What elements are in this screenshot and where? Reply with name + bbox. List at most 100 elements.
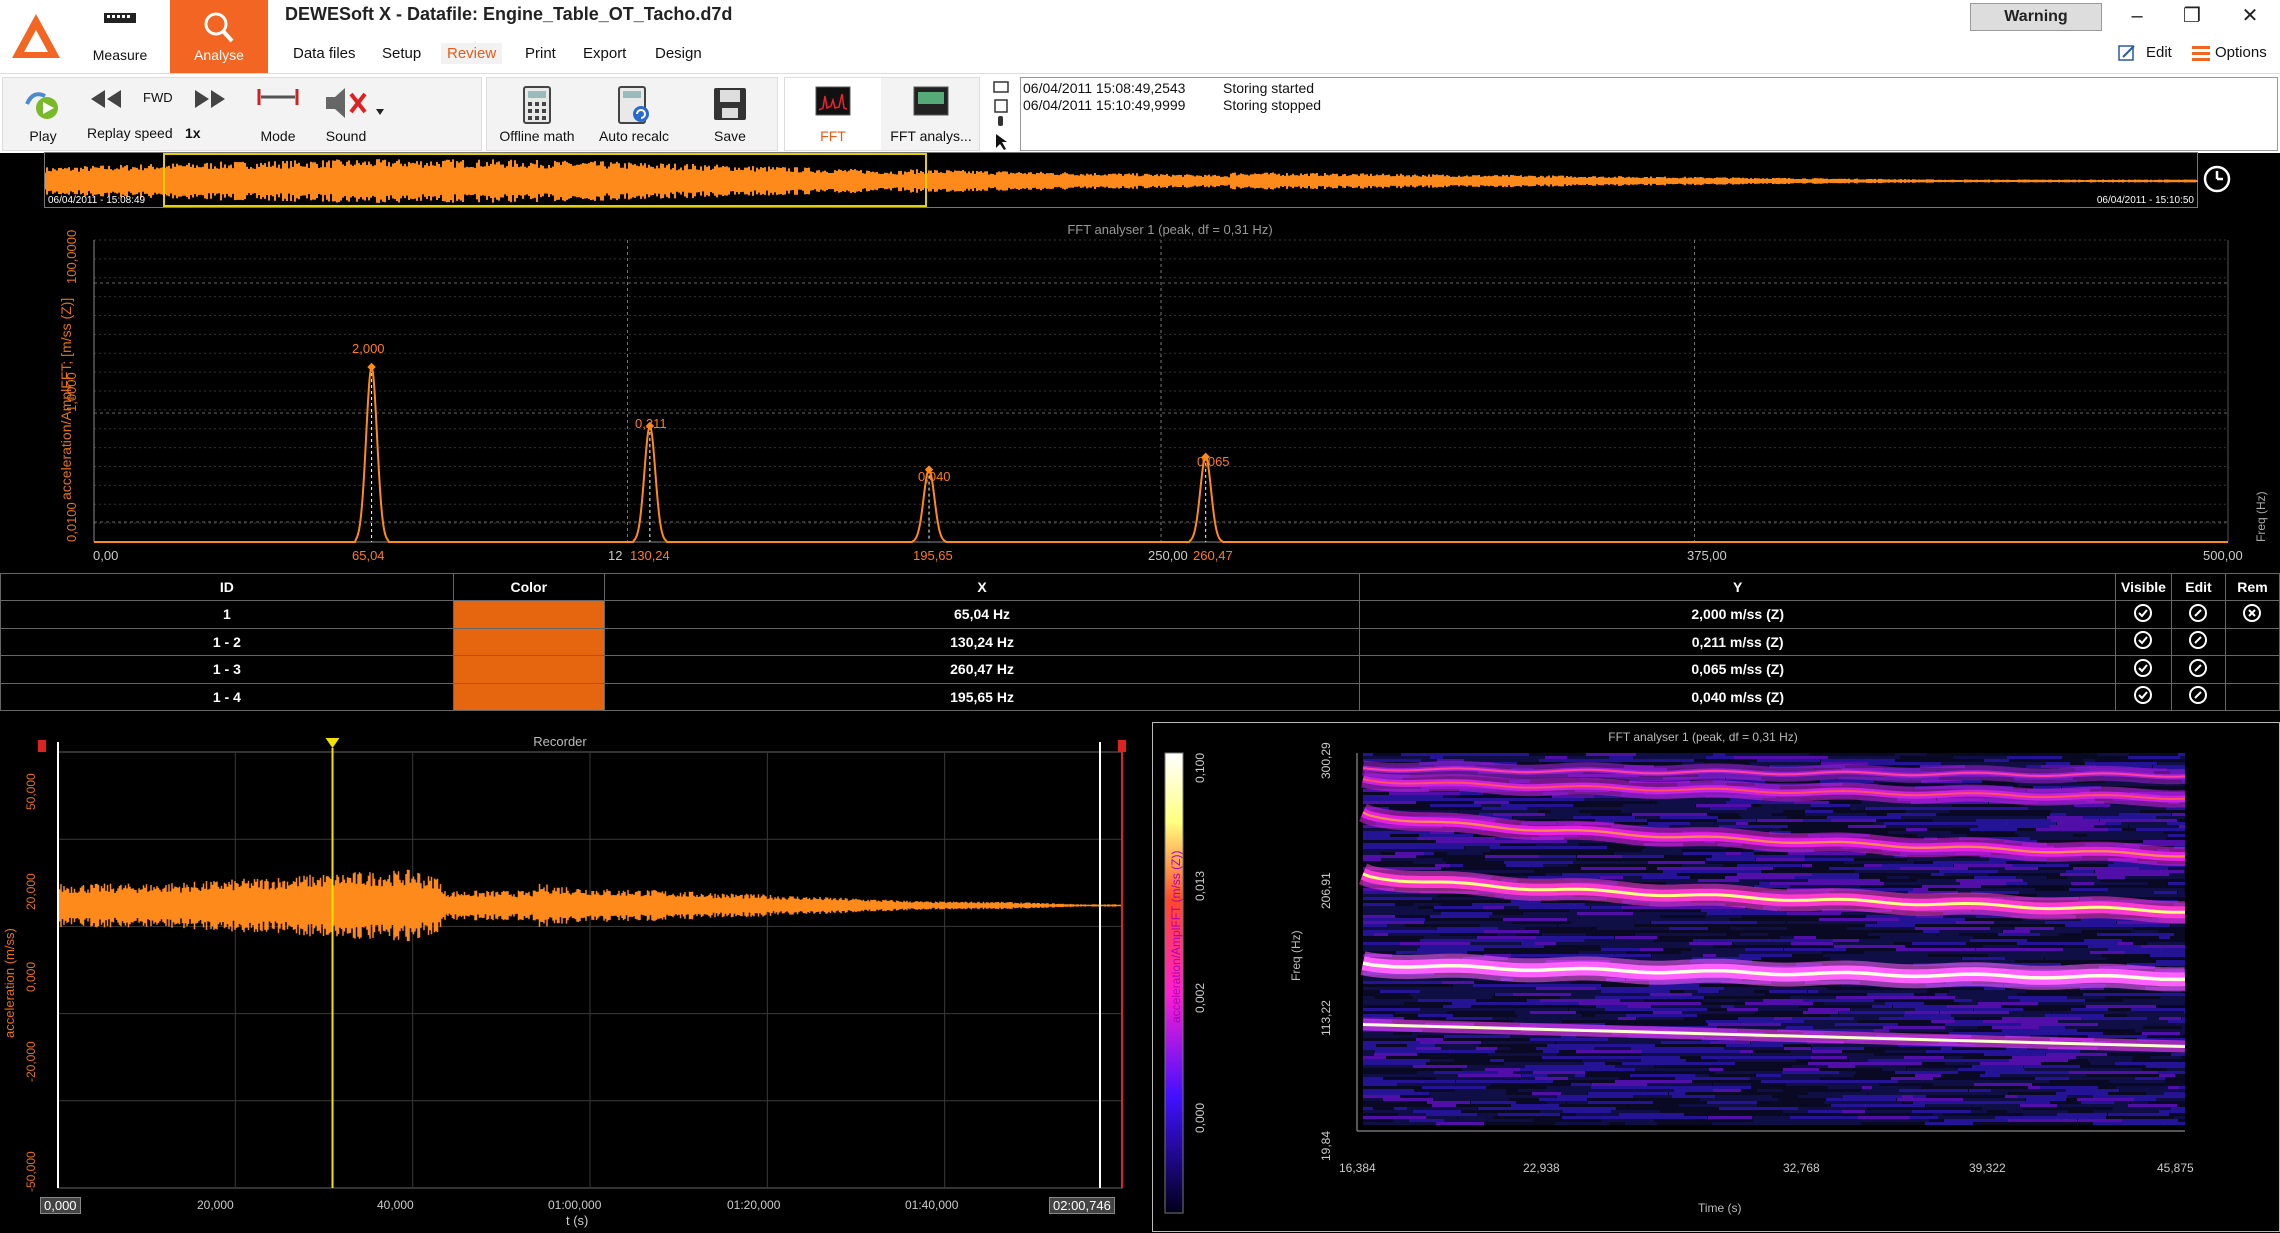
spectrogram-cell <box>1427 930 1484 933</box>
auto-recalc-label: Auto recalc <box>598 128 670 144</box>
spectrogram-cell <box>1695 1074 1709 1077</box>
spectrogram-cell <box>1490 849 1568 852</box>
options-link[interactable]: Options <box>2215 44 2267 61</box>
fft-x-tick: 130,24 <box>630 548 670 563</box>
spectrogram-cell <box>1363 1113 1398 1116</box>
fft-analyser-button[interactable]: FFT analys... <box>881 78 981 150</box>
fft-label: FFT <box>820 128 846 144</box>
mode-button[interactable]: Mode <box>243 78 313 150</box>
visible-cell <box>2115 600 2172 629</box>
remove-icon[interactable] <box>2242 603 2262 623</box>
spectrogram-cell <box>1456 795 1474 798</box>
col-x[interactable]: X <box>603 573 1361 601</box>
spectrogram-cell <box>1709 1110 1783 1113</box>
remove-cell <box>2224 682 2280 711</box>
menu-setup[interactable]: Setup <box>382 45 421 62</box>
spectrogram-cell <box>1605 1062 1622 1065</box>
spectrogram-cell <box>1444 1035 1510 1038</box>
visible-cell <box>2115 682 2172 711</box>
spectrogram-cell <box>1500 1074 1521 1077</box>
fft-button[interactable]: FFT <box>785 78 881 150</box>
spectrogram-cell <box>1690 822 1736 825</box>
color-swatch[interactable] <box>452 682 605 711</box>
forward-icon[interactable] <box>193 88 227 110</box>
spectrogram-cell <box>1740 1050 1753 1053</box>
spectrogram-cell <box>1761 930 1809 933</box>
measure-mode-button[interactable]: Measure <box>71 0 169 73</box>
spectrogram-cell <box>1705 861 1766 864</box>
rewind-icon[interactable] <box>89 88 123 110</box>
spectrogram-cell <box>2040 933 2059 936</box>
auto-recalc-button[interactable]: Auto recalc <box>587 78 681 150</box>
color-swatch[interactable] <box>452 627 605 656</box>
visible-check-icon[interactable] <box>2133 630 2153 650</box>
warning-button[interactable]: Warning <box>1970 3 2102 31</box>
edit-pencil-icon[interactable] <box>2188 658 2208 678</box>
col-rem[interactable]: Rem <box>2224 573 2280 601</box>
visible-check-icon[interactable] <box>2133 658 2153 678</box>
color-swatch[interactable] <box>452 655 605 684</box>
menu-review[interactable]: Review <box>441 43 503 64</box>
menu-export[interactable]: Export <box>583 45 626 62</box>
table-row[interactable]: 1 65,04 Hz 2,000 m/ss (Z) <box>0 600 2280 629</box>
spectrogram-cell <box>1539 1098 1587 1101</box>
play-button[interactable]: Play <box>7 78 79 150</box>
spectrogram-cell <box>1733 951 1790 954</box>
visible-check-icon[interactable] <box>2133 685 2153 705</box>
col-id[interactable]: ID <box>0 573 454 601</box>
spectrogram-cell <box>1434 906 1483 909</box>
color-swatch[interactable] <box>452 600 605 629</box>
table-row[interactable]: 1 - 2 130,24 Hz 0,211 m/ss (Z) <box>0 627 2280 656</box>
spectrogram-cell <box>1885 1002 1924 1005</box>
spectrogram-cell <box>1860 885 1922 888</box>
spectrogram-cell <box>1574 1017 1618 1020</box>
spectrogram-cell <box>2066 870 2094 873</box>
col-edit[interactable]: Edit <box>2170 573 2226 601</box>
spectrogram-cell <box>1672 1095 1715 1098</box>
spectrogram-cell <box>1955 1020 1983 1023</box>
maximize-button[interactable]: ❐ <box>2170 2 2214 30</box>
spectrogram-cell <box>2084 939 2122 942</box>
edit-pencil-icon[interactable] <box>2188 685 2208 705</box>
recorder-chart[interactable]: Recorder acceleration (m/ss) 50,000 20,0… <box>0 720 1140 1233</box>
spectrogram-cell <box>1902 1095 1913 1098</box>
offline-math-button[interactable]: Offline math <box>487 78 587 150</box>
edit-pencil-icon[interactable] <box>2188 630 2208 650</box>
fft-chart[interactable]: FFT analyser 1 (peak, df = 0,31 Hz) acce… <box>0 220 2280 570</box>
spectrogram-cell <box>1434 1071 1498 1074</box>
spectrogram-cell <box>2147 1017 2159 1020</box>
spectrogram-cell <box>1485 1122 1555 1125</box>
spectrogram-cell <box>1363 912 1441 915</box>
menu-design[interactable]: Design <box>655 45 702 62</box>
chevron-down-icon[interactable] <box>375 108 385 116</box>
spectrogram-cell <box>2083 759 2095 762</box>
spectrogram-cell <box>1824 1002 1841 1005</box>
col-y[interactable]: Y <box>1359 573 2116 601</box>
spectrogram-cell <box>2027 882 2071 885</box>
spectrogram-chart[interactable]: FFT analyser 1 (peak, df = 0,31 Hz) acce… <box>1152 722 2280 1232</box>
minimize-button[interactable]: – <box>2115 2 2159 30</box>
menu-data-files[interactable]: Data files <box>293 45 356 62</box>
col-visible[interactable]: Visible <box>2115 573 2172 601</box>
replay-speed-value[interactable]: 1x <box>185 125 201 141</box>
save-button[interactable]: Save <box>685 78 775 150</box>
analyse-mode-button[interactable]: Analyse <box>170 0 268 73</box>
visible-check-icon[interactable] <box>2133 603 2153 623</box>
spectrogram-cell <box>1851 1008 1915 1011</box>
spectrogram-cell <box>2110 873 2169 876</box>
overview-strip[interactable]: 06/04/2011 - 15:08:49 06/04/2011 - 15:10… <box>44 152 2198 208</box>
spectrogram-cell <box>1628 1098 1700 1101</box>
overview-selection[interactable] <box>163 153 927 207</box>
clock-icon[interactable] <box>2202 164 2232 194</box>
table-row[interactable]: 1 - 4 195,65 Hz 0,040 m/ss (Z) <box>0 682 2280 711</box>
table-row[interactable]: 1 - 3 260,47 Hz 0,065 m/ss (Z) <box>0 655 2280 684</box>
close-button[interactable]: ✕ <box>2228 2 2272 30</box>
spectrogram-cell <box>1440 1092 1507 1095</box>
edit-link[interactable]: Edit <box>2146 44 2172 61</box>
edit-pencil-icon[interactable] <box>2188 603 2208 623</box>
spectrogram-cell <box>1490 846 1533 849</box>
spectrogram-cell <box>1841 1002 1885 1005</box>
sound-button[interactable]: Sound <box>311 78 381 150</box>
menu-print[interactable]: Print <box>525 45 556 62</box>
col-color[interactable]: Color <box>452 573 605 601</box>
